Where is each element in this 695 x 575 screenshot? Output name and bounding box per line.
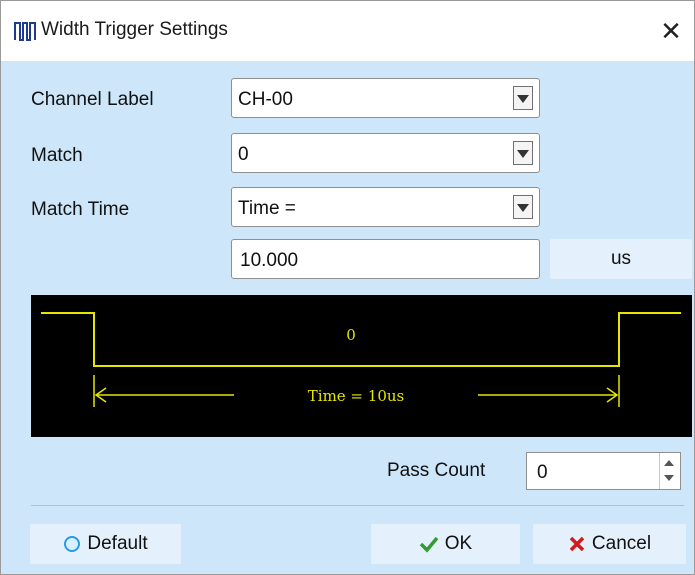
match-select[interactable]: 0 (231, 133, 540, 173)
chevron-down-icon[interactable] (513, 195, 533, 219)
close-icon: ✕ (660, 15, 682, 46)
match-value: 0 (238, 144, 249, 165)
title-bar: Width Trigger Settings ✕ (1, 1, 694, 61)
match-time-value: Time = (238, 198, 296, 219)
ok-button[interactable]: OK (371, 524, 520, 564)
cancel-button-label: Cancel (591, 533, 652, 554)
ok-button-label: OK (444, 533, 473, 554)
pass-count-label: Pass Count (387, 460, 486, 481)
time-value-input[interactable]: 10.000 (231, 239, 540, 279)
time-label: Time = 10us (308, 387, 404, 405)
dialog-title: Width Trigger Settings (41, 19, 228, 40)
default-button[interactable]: Default (30, 524, 181, 564)
chevron-down-icon[interactable] (513, 86, 533, 110)
unit-button[interactable]: us (550, 239, 692, 279)
spin-buttons (659, 453, 680, 489)
width-trigger-dialog: Width Trigger Settings ✕ Channel Label C… (0, 0, 695, 575)
match-time-select[interactable]: Time = (231, 187, 540, 227)
cancel-button[interactable]: Cancel (533, 524, 686, 564)
spin-down-icon[interactable] (664, 475, 674, 481)
match-label: Match (31, 145, 83, 166)
match-time-label: Match Time (31, 199, 130, 220)
waveform-preview: 0 Time = 10us (31, 295, 692, 437)
close-button[interactable]: ✕ (648, 9, 694, 53)
chevron-down-icon[interactable] (513, 141, 533, 165)
divider (31, 505, 684, 506)
check-icon (419, 535, 439, 553)
channel-label-label: Channel Label (31, 89, 154, 110)
pulse-waveform-icon (13, 19, 37, 43)
pass-count-spinbox[interactable]: 0 (526, 452, 681, 490)
pass-count-value: 0 (537, 462, 548, 483)
circle-icon (63, 535, 81, 553)
time-value-text: 10.000 (240, 250, 299, 271)
channel-label-select[interactable]: CH-00 (231, 78, 540, 118)
level-label: 0 (346, 326, 356, 344)
spin-up-icon[interactable] (664, 460, 674, 466)
waveform-line (41, 312, 681, 367)
channel-label-value: CH-00 (238, 89, 293, 110)
x-icon (568, 535, 586, 553)
default-button-label: Default (87, 533, 148, 554)
